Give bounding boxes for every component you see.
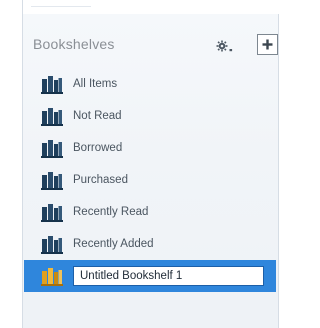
bookshelf-item-not-read[interactable]: Not Read	[33, 100, 273, 132]
bookshelf-item-label: Recently Read	[73, 206, 149, 218]
bookshelf-item-label: Not Read	[73, 110, 122, 122]
bookshelf-icon	[41, 172, 63, 190]
bookshelf-icon	[41, 108, 63, 126]
bookshelf-item-untitled-editing[interactable]	[24, 260, 276, 292]
plus-icon	[262, 39, 273, 50]
bookshelf-item-recently-added[interactable]: Recently Added	[33, 228, 273, 260]
bookshelf-name-input[interactable]	[73, 266, 264, 286]
bookshelf-icon	[41, 236, 63, 254]
panel-top-edge	[22, 0, 142, 14]
bookshelf-icon	[41, 76, 63, 94]
bookshelf-item-purchased[interactable]: Purchased	[33, 164, 273, 196]
bookshelves-title: Bookshelves	[33, 36, 115, 52]
bookshelf-list: All Items Not Read Borrowed Purchased Re…	[24, 68, 276, 292]
add-bookshelf-button[interactable]	[257, 34, 278, 55]
bookshelf-item-label: Borrowed	[73, 142, 123, 154]
bookshelf-icon	[41, 140, 63, 158]
bookshelf-item-all-items[interactable]: All Items	[33, 68, 273, 100]
bookshelf-item-label: Recently Added	[73, 238, 154, 250]
bookshelf-item-borrowed[interactable]: Borrowed	[33, 132, 273, 164]
bookshelves-header: Bookshelves	[33, 34, 278, 58]
app-window: Bookshelves All Items Not Read Borrowed …	[0, 0, 287, 328]
gear-icon	[216, 40, 233, 52]
bookshelf-item-recently-read[interactable]: Recently Read	[33, 196, 273, 228]
bookshelf-item-label: All Items	[73, 78, 118, 90]
settings-button[interactable]	[215, 37, 235, 55]
bookshelf-icon	[41, 204, 63, 222]
bookshelf-icon	[41, 268, 63, 286]
bookshelf-item-label: Purchased	[73, 174, 128, 186]
